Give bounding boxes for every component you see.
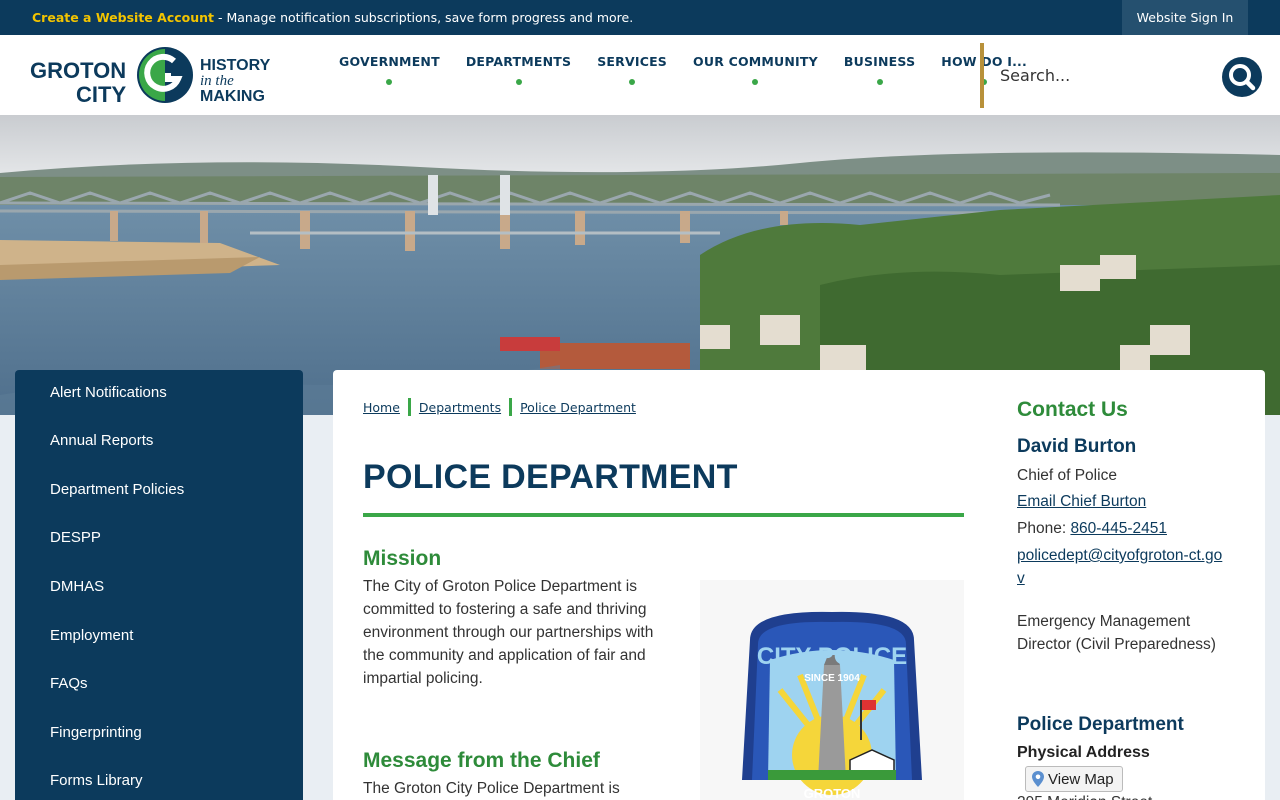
emergency-management-role: Emergency Management Director (Civil Pre… [1017,613,1216,653]
nav-departments[interactable]: DEPARTMENTS [453,35,584,115]
nav-our-community[interactable]: OUR COMMUNITY [680,35,831,115]
website-sign-in-button[interactable]: Website Sign In [1122,0,1248,35]
groton-city-logo[interactable]: GROTON CITY HISTORY in the MAKING [30,43,272,107]
sidebar-item-dmhas[interactable]: DMHAS [50,578,104,595]
police-badge-image: CITY POLICE SINCE 1904 GROTON [700,580,964,800]
map-pin-icon [1032,771,1044,787]
sidebar-item-department-policies[interactable]: Department Policies [50,481,184,498]
logo-city-text: CITY [76,82,127,107]
email-chief-link[interactable]: Email Chief Burton [1017,493,1146,510]
contact-us-panel: Contact Us David Burton Chief of Police … [1017,370,1257,800]
nav-dot [876,79,883,85]
nav-label: BUSINESS [843,54,916,69]
search-divider [980,43,984,108]
view-map-label: View Map [1048,770,1114,788]
search-input[interactable] [1000,55,1200,95]
title-underline [363,513,964,517]
logo-groton-text: GROTON [30,58,127,83]
department-address-heading: Police Department [1017,714,1184,735]
sidebar-item-annual-reports[interactable]: Annual Reports [50,432,153,449]
department-sidebar-menu: Alert Notifications Annual Reports Depar… [15,370,303,800]
site-header: GROTON CITY HISTORY in the MAKING GOVERN… [0,35,1280,115]
badge-since-text: SINCE 1904 [804,673,860,684]
create-account-link[interactable]: Create a Website Account [32,10,214,25]
nav-label: GOVERNMENT [339,54,440,69]
search-button[interactable] [1222,57,1262,97]
breadcrumb-separator [509,398,513,416]
message-text: The Groton City Police Department is [363,780,620,797]
phone-link[interactable]: 860-445-2451 [1070,520,1167,537]
nav-business[interactable]: BUSINESS [831,35,928,115]
contact-role: Chief of Police [1017,467,1117,484]
contact-name: David Burton [1017,436,1137,457]
city-police-badge-icon: CITY POLICE SINCE 1904 GROTON [742,611,922,800]
badge-arc-text: CITY POLICE [757,643,907,670]
breadcrumb-departments[interactable]: Departments [419,400,501,415]
breadcrumb: Home Departments Police Department [363,398,636,416]
account-message: Create a Website Account - Manage notifi… [32,10,633,25]
sidebar-item-faqs[interactable]: FAQs [50,675,88,692]
nav-dot [752,79,759,85]
nav-label: SERVICES [597,54,668,69]
message-heading: Message from the Chief [363,749,600,772]
nav-label: OUR COMMUNITY [693,54,818,69]
department-email-link[interactable]: policedept@cityofgroton-ct.gov [1017,547,1222,587]
logo-making-text: MAKING [200,88,265,105]
page-title: POLICE DEPARTMENT [363,458,738,496]
mission-text: The City of Groton Police Department is … [363,578,654,687]
sidebar-item-alert-notifications[interactable]: Alert Notifications [50,384,167,401]
sidebar-item-despp[interactable]: DESPP [50,529,101,546]
view-map-button[interactable]: View Map [1025,766,1123,792]
nav-label: DEPARTMENTS [465,54,572,69]
nav-government[interactable]: GOVERNMENT [326,35,453,115]
breadcrumb-separator [407,398,411,416]
create-account-description: - Manage notification subscriptions, sav… [214,10,634,25]
nav-dot [515,79,522,85]
physical-address-label: Physical Address [1017,744,1150,761]
top-utility-bar: Create a Website Account - Manage notifi… [0,0,1280,35]
nav-dot [629,79,636,85]
sidebar-item-forms-library[interactable]: Forms Library [50,772,143,789]
nav-services[interactable]: SERVICES [584,35,680,115]
nav-dot [386,79,393,85]
main-content-card: Home Departments Police Department POLIC… [333,370,1265,800]
contact-heading: Contact Us [1017,398,1128,421]
street-address: 295 Meridian Street [1017,791,1247,800]
phone-label: Phone: [1017,520,1071,537]
logo-g-emblem-icon [137,47,193,103]
main-navigation: GOVERNMENT DEPARTMENTS SERVICES OUR COMM… [326,35,1040,115]
breadcrumb-police-department[interactable]: Police Department [520,400,636,415]
mission-heading: Mission [363,547,442,570]
badge-groton-text: GROTON [804,786,861,800]
search-icon [1229,64,1256,91]
sidebar-item-fingerprinting[interactable]: Fingerprinting [50,724,142,741]
sidebar-item-employment[interactable]: Employment [50,627,133,644]
breadcrumb-home[interactable]: Home [363,400,400,415]
